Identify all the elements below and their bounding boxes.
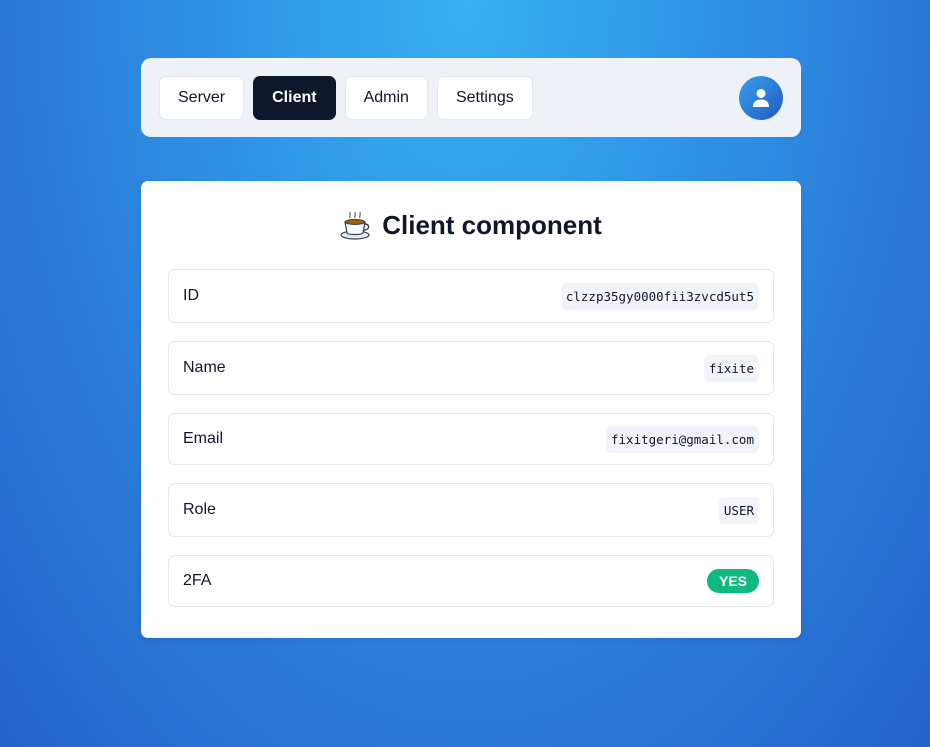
card-title: Client component [382, 209, 602, 240]
top-navbar: Server Client Admin Settings [141, 58, 801, 137]
user-avatar-button[interactable] [739, 75, 783, 120]
user-icon [753, 88, 769, 107]
row-value: fixite [703, 354, 759, 382]
row-name: Name fixite [168, 341, 774, 395]
row-value: USER [718, 496, 759, 524]
tab-client[interactable]: Client [253, 75, 336, 120]
info-list: ID clzzp35gy0000fii3zvcd5ut5 Name fixite… [168, 269, 774, 607]
row-label: Email [183, 430, 224, 447]
row-label: Role [183, 501, 216, 518]
row-label: Name [183, 359, 226, 376]
row-email: Email fixitgeri@gmail.com [168, 413, 774, 465]
client-component-card: Client component ID clzzp35gy0000fii3zvc… [141, 181, 801, 638]
row-id: ID clzzp35gy0000fii3zvcd5ut5 [168, 269, 774, 323]
row-value: clzzp35gy0000fii3zvcd5ut5 [560, 282, 759, 310]
row-role: Role USER [168, 483, 774, 537]
tab-server[interactable]: Server [159, 75, 245, 120]
nav-tabs: Server Client Admin Settings [159, 75, 533, 120]
tab-settings[interactable]: Settings [436, 75, 533, 120]
tab-admin[interactable]: Admin [344, 75, 428, 120]
row-value: fixitgeri@gmail.com [606, 425, 759, 453]
card-header: Client component [168, 181, 774, 269]
status-badge: YES [706, 569, 759, 593]
coffee-icon [340, 211, 370, 240]
row-label: 2FA [183, 572, 212, 589]
row-label: ID [183, 287, 199, 304]
row-2fa: 2FA YES [168, 555, 774, 607]
